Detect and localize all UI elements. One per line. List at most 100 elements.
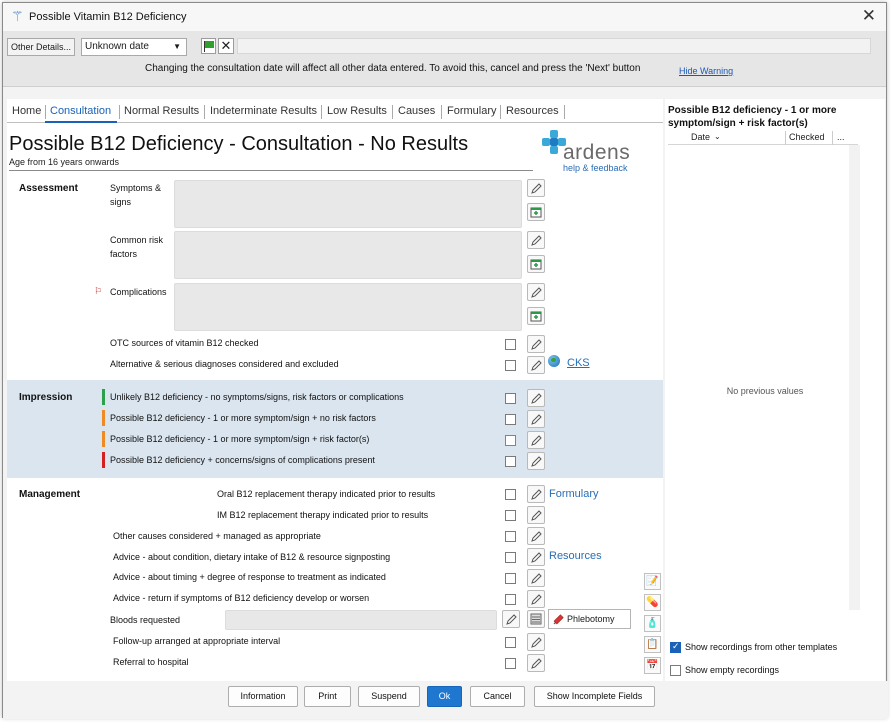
formulary-link[interactable]: Formulary (549, 488, 599, 500)
impression-edit-pencil-icon[interactable] (527, 431, 545, 449)
referral-edit-pencil-icon[interactable] (527, 654, 545, 672)
risk-factors-textbox[interactable] (174, 231, 522, 279)
advice-timing-checkbox[interactable] (505, 573, 516, 584)
date-select[interactable]: Unknown date ▼ (81, 38, 187, 56)
impression-item: Unlikely B12 deficiency - no symptoms/si… (110, 392, 404, 402)
notes-icon[interactable]: 📝 (644, 573, 661, 590)
more-column-header[interactable]: ... (837, 132, 845, 142)
document-icon[interactable]: 📋 (644, 636, 661, 653)
chevron-down-icon: ▼ (173, 42, 181, 51)
tab-resources[interactable]: Resources (506, 105, 559, 117)
other-causes-checkbox[interactable] (505, 531, 516, 542)
phlebotomy-label: Phlebotomy (567, 614, 615, 624)
impression-checkbox[interactable] (505, 456, 516, 467)
advice-return-edit-pencil-icon[interactable] (527, 590, 545, 608)
follow-up-label: Follow-up arranged at appropriate interv… (113, 636, 281, 646)
bloods-list-icon[interactable] (527, 610, 545, 628)
alternative-edit-pencil-icon[interactable] (527, 356, 545, 374)
medication-icon[interactable]: 💊 (644, 594, 661, 611)
risk-factors-edit-pencil-icon[interactable] (527, 231, 545, 249)
risk-factors-calendar-icon[interactable] (527, 255, 545, 273)
impression-checkbox[interactable] (505, 435, 516, 446)
otc-checkbox[interactable] (505, 339, 516, 350)
complications-edit-pencil-icon[interactable] (527, 283, 545, 301)
follow-up-checkbox[interactable] (505, 637, 516, 648)
symptoms-edit-pencil-icon[interactable] (527, 179, 545, 197)
impression-bar-green (102, 389, 105, 405)
complications-label: Complications (110, 287, 167, 297)
impression-edit-pencil-icon[interactable] (527, 410, 545, 428)
impression-edit-pencil-icon[interactable] (527, 452, 545, 470)
advice-condition-edit-pencil-icon[interactable] (527, 548, 545, 566)
information-button[interactable]: Information (228, 686, 298, 707)
follow-up-edit-pencil-icon[interactable] (527, 633, 545, 651)
checked-column-header[interactable]: Checked (789, 132, 825, 142)
show-empty-checkbox[interactable] (670, 665, 681, 676)
date-column-header[interactable]: Date (691, 132, 710, 142)
otc-label: OTC sources of vitamin B12 checked (110, 338, 259, 348)
impression-label: Impression (19, 392, 73, 403)
tab-home[interactable]: Home (12, 105, 41, 117)
impression-section: Impression Unlikely B12 deficiency - no … (7, 380, 663, 478)
tab-causes[interactable]: Causes (398, 105, 435, 117)
show-other-templates-checkbox[interactable] (670, 641, 681, 653)
toolbar: Other Details... Unknown date ▼ ✕ Changi… (3, 31, 886, 87)
impression-checkbox[interactable] (505, 414, 516, 425)
complications-calendar-icon[interactable] (527, 307, 545, 325)
impression-bar-orange (102, 410, 105, 426)
logo-text: ardens (563, 141, 631, 164)
sort-chevron-icon[interactable]: ⌄ (714, 132, 721, 141)
show-incomplete-button[interactable]: Show Incomplete Fields (534, 686, 655, 707)
bottle-icon[interactable]: 🧴 (644, 615, 661, 632)
impression-bar-red (102, 452, 105, 468)
cks-link[interactable]: CKS (567, 357, 590, 369)
tab-low-results[interactable]: Low Results (327, 105, 387, 117)
impression-item: Possible B12 deficiency - 1 or more symp… (110, 413, 376, 423)
page-subtitle: Age from 16 years onwards (9, 157, 120, 167)
im-label: IM B12 replacement therapy indicated pri… (217, 510, 429, 520)
tab-normal-results[interactable]: Normal Results (124, 105, 199, 117)
phlebotomy-button[interactable]: Phlebotomy (548, 609, 631, 629)
referral-checkbox[interactable] (505, 658, 516, 669)
print-button[interactable]: Print (304, 686, 351, 707)
date-bar (237, 38, 871, 54)
clear-date-icon[interactable]: ✕ (218, 38, 234, 54)
other-causes-edit-pencil-icon[interactable] (527, 527, 545, 545)
oral-checkbox[interactable] (505, 489, 516, 500)
management-label: Management (19, 489, 81, 500)
impression-edit-pencil-icon[interactable] (527, 389, 545, 407)
tab-consultation[interactable]: Consultation (50, 105, 111, 117)
flag-icon[interactable] (201, 38, 216, 54)
advice-condition-checkbox[interactable] (505, 552, 516, 563)
tab-formulary[interactable]: Formulary (447, 105, 497, 117)
date-value: Unknown date (85, 41, 149, 52)
advice-timing-edit-pencil-icon[interactable] (527, 569, 545, 587)
impression-bar-orange (102, 431, 105, 447)
impression-item: Possible B12 deficiency - 1 or more symp… (110, 434, 370, 444)
otc-edit-pencil-icon[interactable] (527, 335, 545, 353)
alternative-checkbox[interactable] (505, 360, 516, 371)
show-empty-label: Show empty recordings (685, 665, 780, 675)
symptoms-calendar-icon[interactable] (527, 203, 545, 221)
im-checkbox[interactable] (505, 510, 516, 521)
resources-link[interactable]: Resources (549, 550, 602, 562)
complications-textbox[interactable] (174, 283, 522, 331)
oral-edit-pencil-icon[interactable] (527, 485, 545, 503)
help-feedback-link[interactable]: help & feedback (563, 163, 628, 173)
bloods-edit-pencil-icon[interactable] (502, 610, 520, 628)
other-details-button[interactable]: Other Details... (7, 38, 75, 56)
advice-return-checkbox[interactable] (505, 594, 516, 605)
suspend-button[interactable]: Suspend (358, 686, 420, 707)
hide-warning-link[interactable]: Hide Warning (679, 66, 733, 76)
impression-checkbox[interactable] (505, 393, 516, 404)
ok-button[interactable]: Ok (427, 686, 462, 707)
ardens-logo[interactable]: ardens help & feedback (541, 129, 641, 173)
im-edit-pencil-icon[interactable] (527, 506, 545, 524)
bloods-textbox[interactable] (225, 610, 497, 630)
history-scrollbar[interactable] (849, 145, 860, 610)
symptoms-textbox[interactable] (174, 180, 522, 228)
calendar-icon[interactable]: 📅 (644, 657, 661, 674)
close-icon[interactable]: ✕ (862, 7, 876, 24)
tab-indeterminate-results[interactable]: Indeterminate Results (210, 105, 317, 117)
cancel-button[interactable]: Cancel (470, 686, 525, 707)
